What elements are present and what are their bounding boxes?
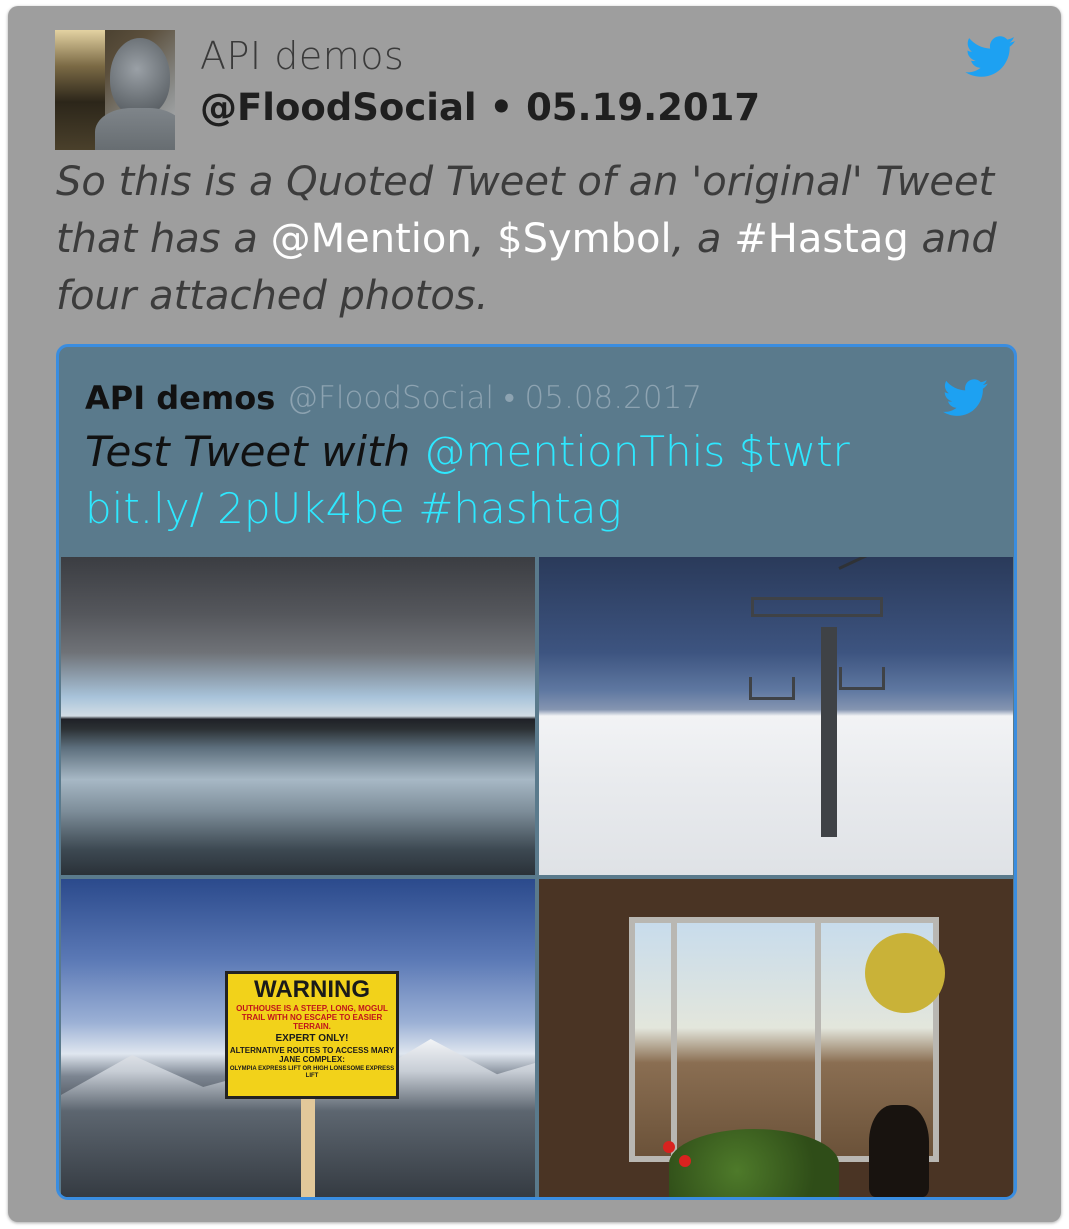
tweet-date[interactable]: 05.19.2017 xyxy=(526,86,760,129)
avatar[interactable] xyxy=(55,30,175,150)
quoted-handle-date[interactable]: @FloodSocial • 05.08.2017 xyxy=(287,380,702,416)
author-handle[interactable]: @FloodSocial xyxy=(200,86,477,129)
sign-line: ALTERNATIVE ROUTES TO ACCESS MARY JANE C… xyxy=(229,1046,395,1064)
lift-cable xyxy=(838,557,1013,570)
warning-sign: WARNING OUTHOUSE IS A STEEP, LONG, MOGUL… xyxy=(225,971,399,1099)
flower xyxy=(663,1141,675,1153)
lift-crossarm xyxy=(751,597,883,617)
meta-separator: • xyxy=(489,86,514,129)
warning-sign-photo[interactable]: WARNING OUTHOUSE IS A STEEP, LONG, MOGUL… xyxy=(61,879,535,1197)
ski-lift-photo[interactable] xyxy=(539,557,1013,875)
window-frame xyxy=(671,923,677,1156)
author-name[interactable]: API demos xyxy=(200,34,404,78)
twitter-bird-icon[interactable] xyxy=(965,36,1017,78)
twitter-bird-icon[interactable] xyxy=(943,379,989,417)
lift-tower xyxy=(821,627,837,837)
sign-line: OLYMPIA EXPRESS LIFT OR HIGH LONESOME EX… xyxy=(229,1066,395,1079)
potted-plant xyxy=(669,1129,839,1197)
cat xyxy=(869,1105,929,1197)
avatar-head xyxy=(110,38,170,116)
symbol-link[interactable]: $Symbol xyxy=(497,216,671,262)
tweet-text-part: , a xyxy=(671,216,735,262)
avatar-body xyxy=(95,108,175,150)
sign-post xyxy=(301,1099,315,1197)
handle-date-line: @FloodSocial • 05.19.2017 xyxy=(200,86,760,129)
tree xyxy=(865,933,945,1013)
sign-title: WARNING xyxy=(254,976,370,1003)
quoted-tweet-text: Test Tweet with @mentionThis $twtr bit.l… xyxy=(85,423,965,537)
quoted-text-part: Test Tweet with xyxy=(85,427,424,476)
tweet-text-part: , xyxy=(471,216,498,262)
sign-line: EXPERT ONLY! xyxy=(275,1033,349,1044)
tweet-text: So this is a Quoted Tweet of an 'origina… xyxy=(56,154,1016,325)
sign-line: OUTHOUSE IS A STEEP, LONG, MOGUL TRAIL W… xyxy=(236,1004,388,1031)
lift-chair xyxy=(839,667,885,690)
mention-link[interactable]: @Mention xyxy=(271,216,472,262)
hashtag-link[interactable]: #Hastag xyxy=(734,216,909,262)
lake-storm-clouds-photo[interactable] xyxy=(61,557,535,875)
quoted-author-name[interactable]: API demos xyxy=(85,379,275,417)
lift-chair xyxy=(749,677,795,700)
flower xyxy=(679,1155,691,1167)
window-cat-photo[interactable] xyxy=(539,879,1013,1197)
window-frame xyxy=(815,923,821,1156)
tweet-card[interactable]: API demos @FloodSocial • 05.19.2017 So t… xyxy=(8,6,1061,1222)
quoted-tweet[interactable]: API demos @FloodSocial • 05.08.2017 Test… xyxy=(56,344,1017,1200)
